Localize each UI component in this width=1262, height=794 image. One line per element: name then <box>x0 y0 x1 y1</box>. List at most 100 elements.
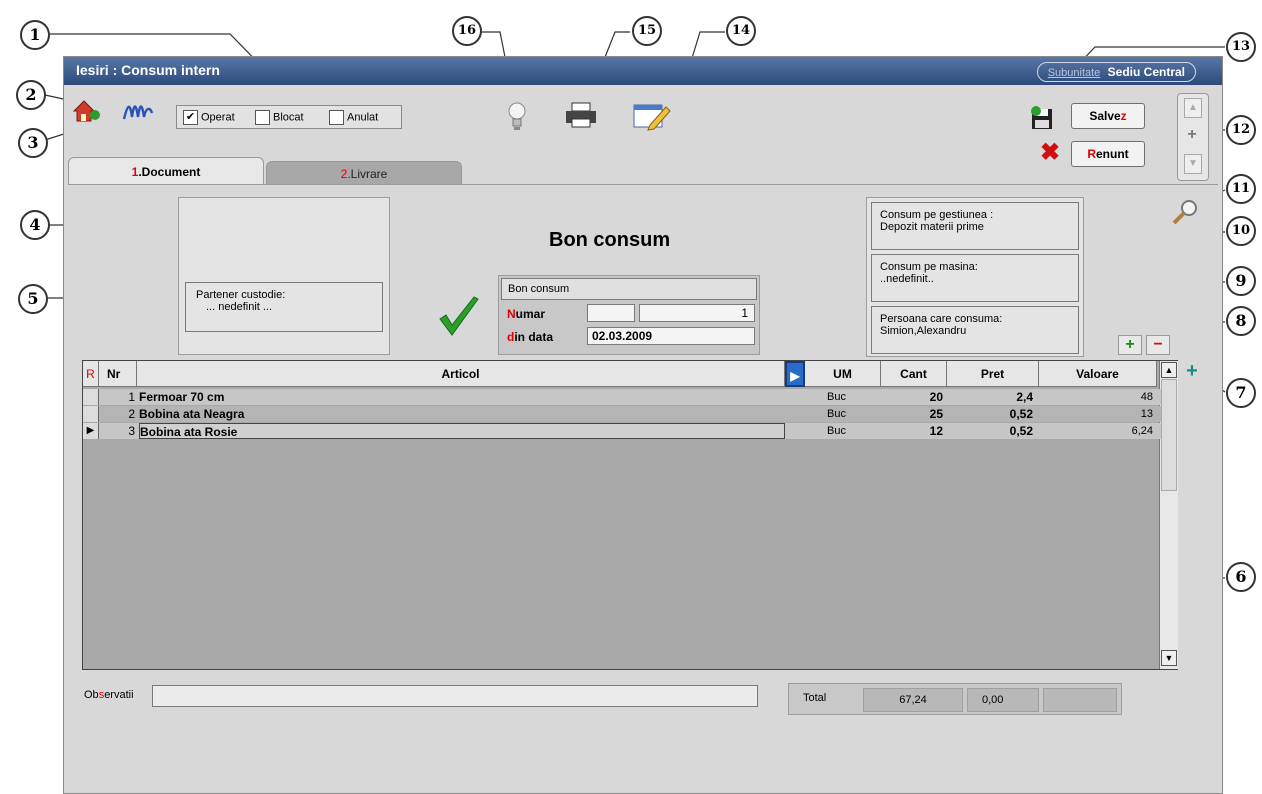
print-icon[interactable] <box>564 101 598 129</box>
subunit-value: Sediu Central <box>1107 65 1185 79</box>
info-panel: Consum pe gestiunea : Depozit materii pr… <box>866 197 1084 357</box>
row-nr: 2 <box>128 407 135 421</box>
row-articol: Bobina ata Neagra <box>139 407 245 421</box>
row-valoare: 48 <box>1140 391 1153 403</box>
callout-8: 8 <box>1226 306 1256 336</box>
operat-checkbox[interactable]: ✔ Operat <box>183 110 235 125</box>
row-cant: 25 <box>929 407 943 421</box>
callout-1: 1 <box>20 20 50 50</box>
col-cant-header[interactable]: Cant <box>881 361 947 387</box>
callout-10: 10 <box>1226 216 1256 246</box>
row-cant: 12 <box>929 424 943 438</box>
row-um: Buc <box>827 408 846 420</box>
column-picker-button[interactable]: ▶ <box>785 361 805 387</box>
edit-calendar-icon[interactable] <box>632 99 672 131</box>
total-value: 67,24 <box>863 688 963 712</box>
row-articol: Fermoar 70 cm <box>139 390 225 404</box>
delete-row-icon[interactable]: − <box>1146 335 1170 355</box>
date-field[interactable]: 02.03.2009 <box>587 327 755 345</box>
partner-custodie-field[interactable]: Partener custodie: ... nedefinit ... <box>185 282 383 332</box>
row-valoare: 6,24 <box>1131 425 1153 437</box>
table-row[interactable]: 2 Bobina ata Neagra Buc 25 0,52 13 <box>83 406 1161 422</box>
row-pret: 2,4 <box>1016 390 1033 404</box>
callout-5: 5 <box>18 284 48 314</box>
number-series-field[interactable] <box>587 304 635 322</box>
row-valoare: 13 <box>1140 408 1153 420</box>
row-pointer-icon: ▶ <box>83 423 99 439</box>
observatii-label: Observatii <box>84 689 134 701</box>
date-label: din data <box>507 330 554 344</box>
lightbulb-icon[interactable] <box>506 99 528 133</box>
row-pret: 0,52 <box>1009 407 1033 421</box>
row-cant: 20 <box>929 390 943 404</box>
total-second-value: 0,00 <box>967 688 1039 712</box>
cancel-x-icon: ✖ <box>1040 139 1061 166</box>
nav-add-icon[interactable]: + <box>1184 126 1200 144</box>
col-articol-header[interactable]: Articol <box>137 361 785 387</box>
col-r-header[interactable]: R <box>83 361 99 387</box>
signature-icon[interactable] <box>122 99 154 125</box>
title-bar: Iesiri : Consum intern Subunitate Sediu … <box>64 57 1222 85</box>
table-scrollbar[interactable]: ▲ ▼ <box>1159 361 1178 669</box>
partner-panel: Partener custodie: ... nedefinit ... <box>178 197 390 355</box>
subunit-label: Subunitate <box>1047 67 1101 79</box>
scroll-down-icon[interactable]: ▼ <box>1161 650 1177 666</box>
numar-label: Numar <box>507 307 546 321</box>
row-nr: 1 <box>128 390 135 404</box>
number-field[interactable]: 1 <box>639 304 755 322</box>
callout-11: 11 <box>1226 174 1256 204</box>
subunit-selector[interactable]: Subunitate Sediu Central <box>1036 62 1196 82</box>
document-type-field[interactable]: Bon consum <box>501 278 757 300</box>
document-heading: Bon consum <box>549 229 671 251</box>
total-third-value <box>1043 688 1117 712</box>
validated-check-icon <box>438 295 480 339</box>
scroll-thumb[interactable] <box>1161 379 1177 491</box>
tab-livrare[interactable]: 2.Livrare <box>266 161 462 185</box>
callout-16: 16 <box>452 16 482 46</box>
window-title: Iesiri : Consum intern <box>76 62 220 78</box>
gestiune-field[interactable]: Consum pe gestiunea : Depozit materii pr… <box>871 202 1079 250</box>
table-row-selected[interactable]: ▶ 3 Bobina ata Rosie Buc 12 0,52 6,24 <box>83 423 1161 439</box>
col-valoare-header[interactable]: Valoare <box>1039 361 1157 387</box>
callout-13: 13 <box>1226 32 1256 62</box>
row-um: Buc <box>827 391 846 403</box>
zoom-icon[interactable] <box>1170 197 1200 227</box>
add-row-icon[interactable]: + <box>1118 335 1142 355</box>
row-nr: 3 <box>128 424 135 438</box>
expand-columns-icon[interactable]: + <box>1182 361 1202 381</box>
anulat-checkbox[interactable]: Anulat <box>329 110 378 125</box>
tab-document[interactable]: 1.Document <box>68 157 264 185</box>
partner-home-icon[interactable] <box>70 95 102 125</box>
document-box: Bon consum Numar 1 din data 02.03.2009 <box>498 275 760 355</box>
callout-4: 4 <box>20 210 50 240</box>
row-articol[interactable]: Bobina ata Rosie <box>139 423 785 439</box>
row-pret: 0,52 <box>1009 424 1033 438</box>
totals-panel: Total 67,24 0,00 <box>788 683 1122 715</box>
masina-field[interactable]: Consum pe masina: ..nedefinit.. <box>871 254 1079 302</box>
table-row[interactable]: 1 Fermoar 70 cm Buc 20 2,4 48 <box>83 389 1161 405</box>
callout-3: 3 <box>18 128 48 158</box>
observatii-field[interactable] <box>152 685 758 707</box>
callout-6: 6 <box>1226 562 1256 592</box>
scroll-up-icon[interactable]: ▲ <box>1161 362 1177 378</box>
callout-7: 7 <box>1226 378 1256 408</box>
callout-12: 12 <box>1226 115 1256 145</box>
save-button[interactable]: Salvez <box>1071 103 1145 129</box>
col-pret-header[interactable]: Pret <box>947 361 1039 387</box>
col-nr-header[interactable]: Nr <box>99 361 137 387</box>
cancel-button[interactable]: Renunt <box>1071 141 1145 167</box>
status-flags: ✔ Operat Blocat Anulat <box>176 105 402 129</box>
save-disk-icon <box>1030 105 1054 131</box>
record-nav: ▲ + ▼ <box>1177 93 1209 181</box>
nav-down-button[interactable]: ▼ <box>1184 154 1202 174</box>
articles-table: R Nr Articol ▶ UM Cant Pret Valoare ▲ ▼ … <box>82 360 1178 670</box>
nav-up-button[interactable]: ▲ <box>1184 98 1202 118</box>
blocat-checkbox[interactable]: Blocat <box>255 110 304 125</box>
callout-14: 14 <box>726 16 756 46</box>
callout-15: 15 <box>632 16 662 46</box>
callout-9: 9 <box>1226 266 1256 296</box>
col-um-header[interactable]: UM <box>805 361 881 387</box>
callout-2: 2 <box>16 80 46 110</box>
persoana-field[interactable]: Persoana care consuma: Simion,Alexandru <box>871 306 1079 354</box>
row-um: Buc <box>827 425 846 437</box>
